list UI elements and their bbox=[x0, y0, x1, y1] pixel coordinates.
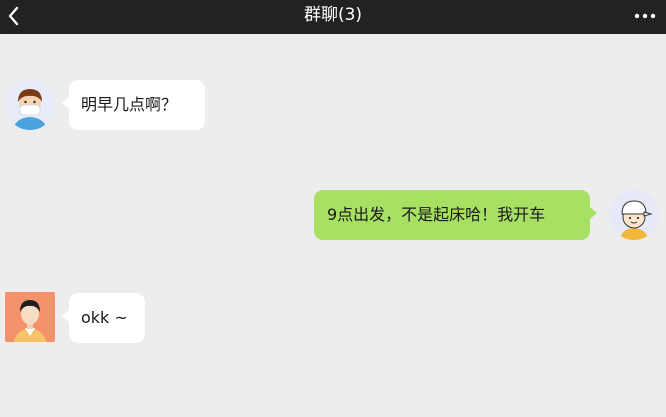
bubble-tail bbox=[62, 310, 69, 322]
avatar-boy-with-mask[interactable] bbox=[5, 80, 55, 130]
avatar-man-orange-background[interactable] bbox=[5, 292, 55, 342]
title-bar: 群聊(3) bbox=[0, 0, 666, 34]
bubble-tail bbox=[62, 97, 69, 109]
message-bubble[interactable]: okk ~ bbox=[69, 293, 145, 343]
message-text: 明早几点啊？ bbox=[81, 95, 178, 114]
message-text: okk ~ bbox=[81, 308, 128, 327]
message-bubble[interactable]: 明早几点啊？ bbox=[69, 80, 205, 130]
message-bubble-mine[interactable]: 9点出发，不是起床哈！我开车 bbox=[314, 190, 590, 240]
avatar-boy-with-cap[interactable] bbox=[609, 190, 659, 240]
chat-title: 群聊(3) bbox=[303, 5, 363, 25]
more-dots-icon[interactable] bbox=[632, 4, 658, 28]
message-text: 9点出发，不是起床哈！我开车 bbox=[327, 205, 546, 224]
bubble-tail bbox=[590, 207, 597, 219]
